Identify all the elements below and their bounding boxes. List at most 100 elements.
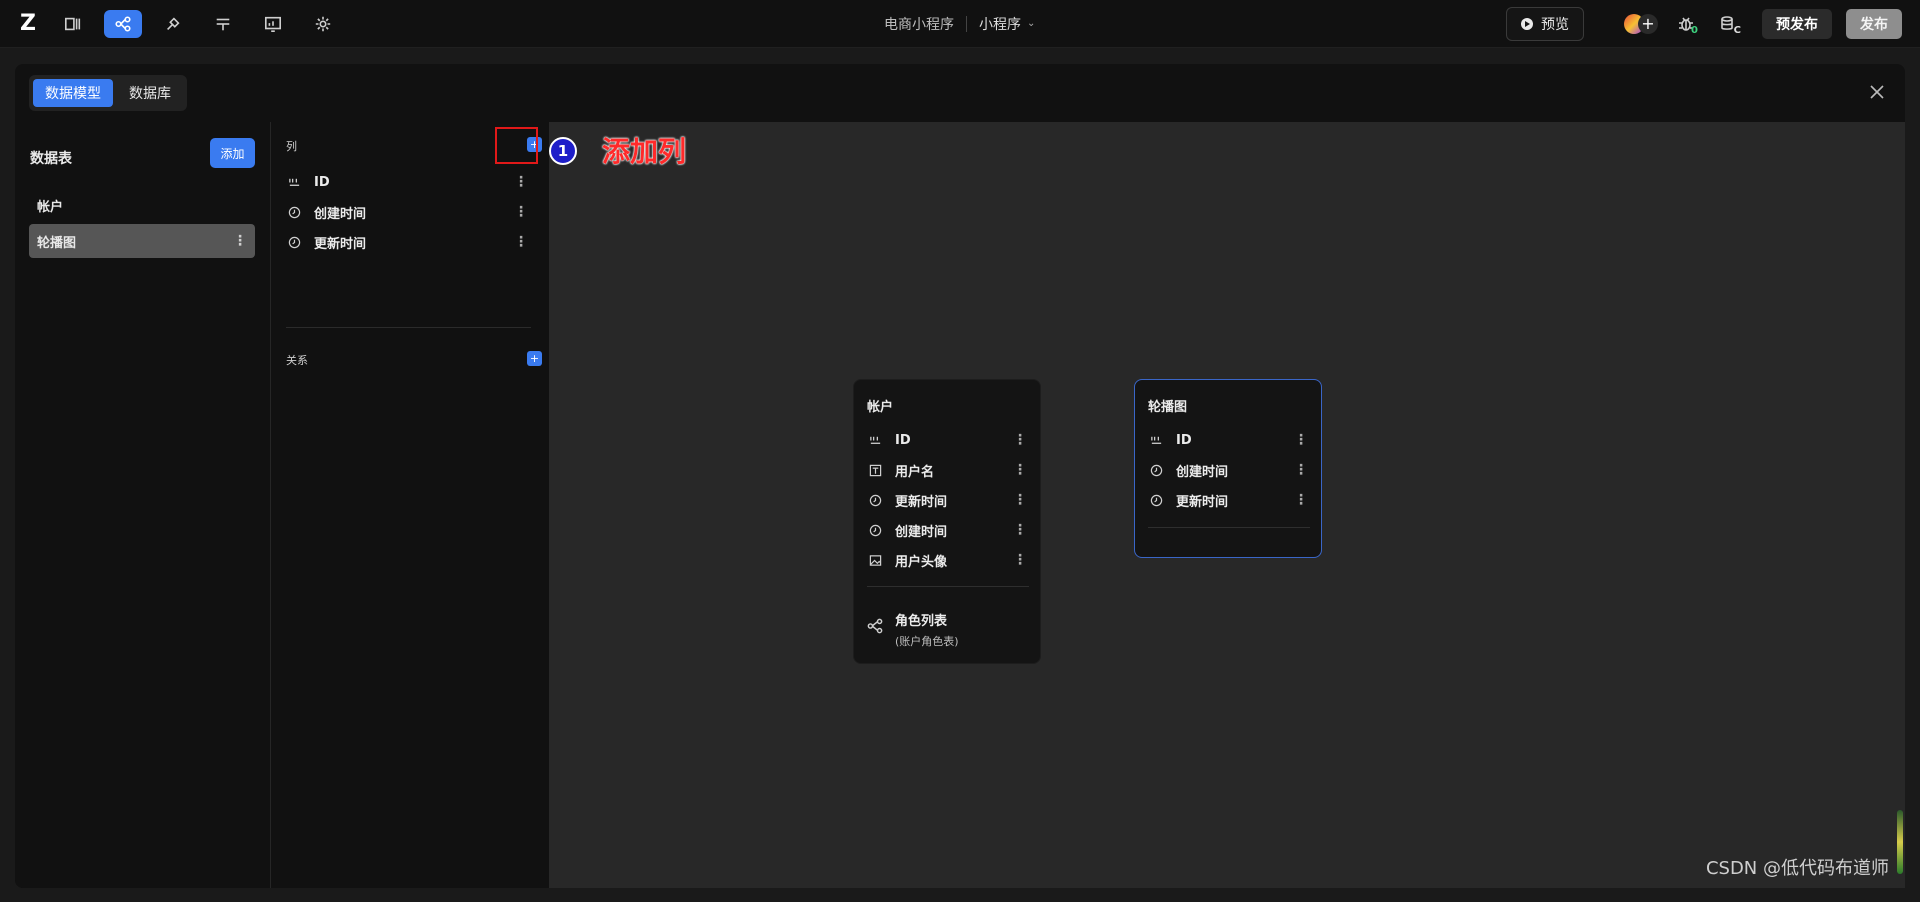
model-canvas[interactable]: 帐户 ID ⋮ 用户名 ⋮ 更新时间 ⋮ 创建时间 ⋮ 用户头像 ⋮ 角色列表 … bbox=[549, 122, 1905, 888]
more-vertical-icon[interactable]: ⋮ bbox=[1294, 492, 1308, 508]
list-item[interactable]: 创建时间 ⋮ bbox=[286, 197, 536, 227]
preview-label: 预览 bbox=[1541, 16, 1569, 33]
column-name: 更新时间 bbox=[895, 494, 948, 510]
tab-data-model[interactable]: 数据模型 bbox=[33, 79, 113, 107]
database-icon[interactable]: C bbox=[1714, 10, 1742, 38]
column-name: 创建时间 bbox=[895, 524, 948, 540]
bug-count: 0 bbox=[1691, 24, 1698, 36]
top-actions: 预览 + 0 C 预发布 发布 bbox=[1506, 0, 1902, 47]
clock-icon bbox=[286, 204, 302, 220]
list-item[interactable]: ID ⋮ bbox=[286, 167, 536, 197]
add-relation-button[interactable]: + bbox=[527, 351, 542, 366]
more-vertical-icon[interactable]: ⋮ bbox=[1013, 522, 1027, 538]
database-badge: C bbox=[1733, 24, 1741, 36]
columns-section-label: 列 bbox=[286, 140, 297, 153]
more-vertical-icon[interactable]: ⋮ bbox=[514, 234, 528, 250]
column-name: 用户名 bbox=[895, 464, 935, 480]
column-list: ID ⋮ 创建时间 ⋮ 更新时间 ⋮ bbox=[286, 167, 536, 257]
scrollbar[interactable] bbox=[1897, 810, 1903, 874]
more-vertical-icon[interactable]: ⋮ bbox=[1013, 552, 1027, 568]
table-card-account[interactable]: 帐户 ID ⋮ 用户名 ⋮ 更新时间 ⋮ 创建时间 ⋮ 用户头像 ⋮ 角色列表 … bbox=[853, 379, 1041, 664]
close-icon[interactable] bbox=[1867, 82, 1887, 102]
table-name: 轮播图 bbox=[37, 235, 77, 251]
card-title: 帐户 bbox=[867, 400, 894, 415]
add-collaborator-icon[interactable]: + bbox=[1638, 13, 1658, 34]
table-card-carousel[interactable]: 轮播图 ID ⋮ 创建时间 ⋮ 更新时间 ⋮ bbox=[1134, 379, 1322, 558]
column-name: ID bbox=[314, 174, 330, 190]
card-columns: ID ⋮ 创建时间 ⋮ 更新时间 ⋮ bbox=[1148, 425, 1310, 515]
page-layout-icon[interactable] bbox=[54, 10, 92, 38]
table-row[interactable]: ID ⋮ bbox=[867, 425, 1029, 455]
annotation-highlight-box bbox=[495, 127, 538, 164]
section-divider bbox=[286, 327, 531, 328]
relation-icon bbox=[867, 618, 883, 634]
card-divider bbox=[1148, 527, 1310, 528]
project-name: 电商小程序 bbox=[884, 16, 954, 33]
card-divider bbox=[867, 586, 1029, 587]
table-row[interactable]: 创建时间 ⋮ bbox=[867, 515, 1029, 545]
more-vertical-icon[interactable]: ⋮ bbox=[1013, 462, 1027, 478]
table-row[interactable]: 更新时间 ⋮ bbox=[1148, 485, 1310, 515]
column-name: ID bbox=[1176, 432, 1192, 448]
column-name: 创建时间 bbox=[314, 206, 367, 222]
table-row[interactable]: 用户头像 ⋮ bbox=[867, 545, 1029, 575]
clock-icon bbox=[867, 522, 883, 538]
sidebar-item-account[interactable]: 帐户 bbox=[29, 188, 255, 222]
table-name: 帐户 bbox=[37, 199, 64, 215]
data-model-icon[interactable] bbox=[104, 9, 142, 38]
settings-icon[interactable] bbox=[304, 10, 342, 38]
modal-tabs: 数据模型 数据库 bbox=[29, 75, 187, 111]
publish-button[interactable]: 发布 bbox=[1846, 8, 1902, 39]
column-name: 创建时间 bbox=[1176, 464, 1229, 480]
preview-button[interactable]: 预览 bbox=[1506, 6, 1584, 41]
table-row[interactable]: 更新时间 ⋮ bbox=[867, 485, 1029, 515]
image-icon bbox=[867, 552, 883, 568]
id-icon bbox=[1148, 432, 1164, 448]
app-type-label: 小程序 bbox=[979, 16, 1021, 33]
column-name: ID bbox=[895, 432, 911, 448]
relation-item[interactable]: 角色列表 (账户角色表) bbox=[867, 610, 959, 649]
plugin-icon[interactable] bbox=[154, 10, 192, 38]
prepublish-button[interactable]: 预发布 bbox=[1762, 8, 1832, 39]
clock-icon bbox=[867, 492, 883, 508]
chevron-down-icon: ⌄ bbox=[1027, 18, 1036, 29]
collaborators: + bbox=[1624, 13, 1658, 34]
more-vertical-icon[interactable]: ⋮ bbox=[1294, 462, 1308, 478]
app-type-dropdown[interactable]: 小程序 ⌄ bbox=[979, 14, 1035, 34]
tab-database[interactable]: 数据库 bbox=[117, 79, 183, 107]
relation-name: 角色列表 bbox=[895, 614, 948, 629]
logic-icon[interactable] bbox=[204, 10, 242, 38]
title-divider bbox=[966, 15, 967, 32]
annotation-label: 添加列 bbox=[602, 135, 687, 168]
dashboard-icon[interactable] bbox=[254, 10, 292, 38]
modal-header: 数据模型 数据库 bbox=[15, 64, 1905, 122]
bug-icon[interactable]: 0 bbox=[1672, 10, 1700, 38]
relation-target: (账户角色表) bbox=[895, 635, 959, 648]
clock-icon bbox=[286, 234, 302, 250]
table-row[interactable]: 创建时间 ⋮ bbox=[1148, 455, 1310, 485]
id-icon bbox=[286, 174, 302, 190]
tables-title: 数据表 bbox=[30, 151, 72, 167]
card-columns: ID ⋮ 用户名 ⋮ 更新时间 ⋮ 创建时间 ⋮ 用户头像 ⋮ bbox=[867, 425, 1029, 575]
play-icon bbox=[1521, 17, 1533, 30]
more-vertical-icon[interactable]: ⋮ bbox=[514, 174, 528, 190]
project-title-area: 电商小程序 小程序 ⌄ bbox=[884, 0, 1035, 47]
watermark: CSDN @低代码布道师 bbox=[1705, 858, 1889, 879]
add-table-button[interactable]: 添加 bbox=[210, 138, 255, 168]
column-name: 更新时间 bbox=[314, 236, 367, 252]
sidebar-item-carousel[interactable]: 轮播图 ⋮ bbox=[29, 224, 255, 258]
clock-icon bbox=[1148, 492, 1164, 508]
table-row[interactable]: ID ⋮ bbox=[1148, 425, 1310, 455]
column-name: 更新时间 bbox=[1176, 494, 1229, 510]
annotation-step-number: 1 bbox=[549, 137, 577, 165]
more-vertical-icon[interactable]: ⋮ bbox=[514, 204, 528, 220]
more-vertical-icon[interactable]: ⋮ bbox=[1294, 432, 1308, 448]
app-logo[interactable]: Z bbox=[14, 10, 42, 38]
table-row[interactable]: 用户名 ⋮ bbox=[867, 455, 1029, 485]
more-vertical-icon[interactable]: ⋮ bbox=[1013, 432, 1027, 448]
text-icon bbox=[867, 462, 883, 478]
list-item[interactable]: 更新时间 ⋮ bbox=[286, 227, 536, 257]
top-nav bbox=[54, 9, 342, 38]
more-vertical-icon[interactable]: ⋮ bbox=[1013, 492, 1027, 508]
more-vertical-icon[interactable]: ⋮ bbox=[233, 233, 247, 249]
